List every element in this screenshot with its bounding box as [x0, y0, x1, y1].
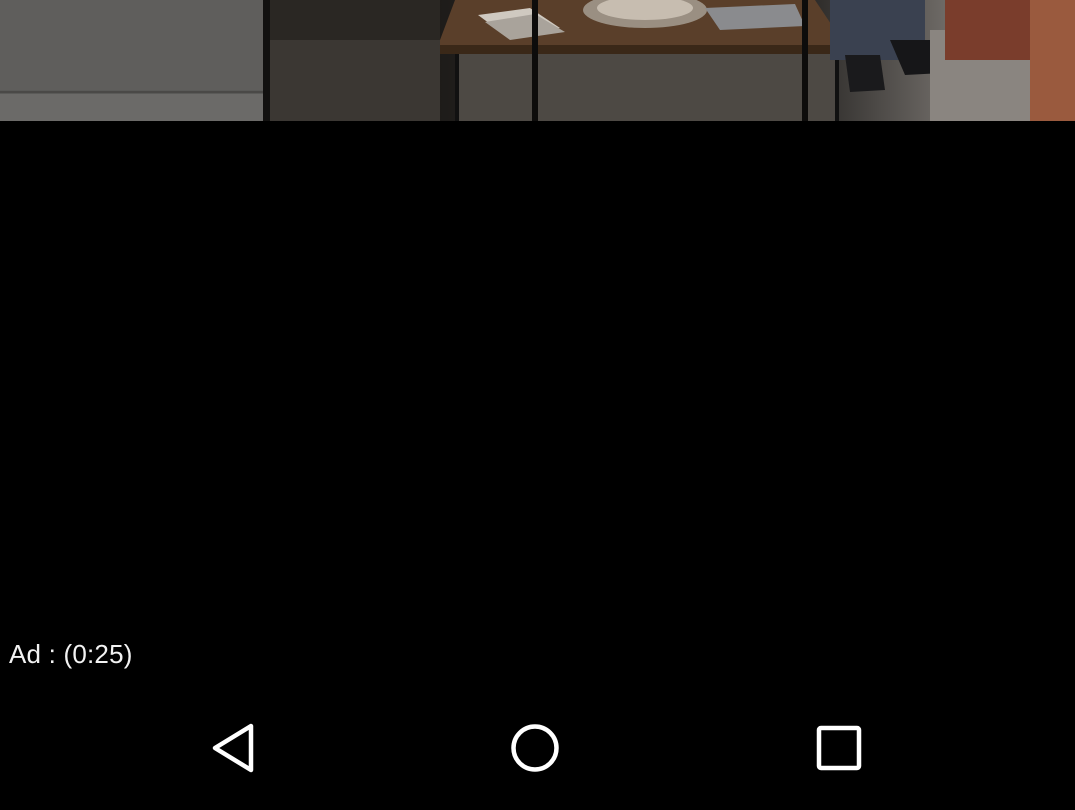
home-circle-icon — [511, 724, 559, 772]
recents-square-icon — [816, 725, 862, 771]
system-navigation-bar — [0, 690, 1075, 810]
video-player-screen: Ad : (0:25) — [0, 0, 1075, 810]
ad-timer-label: Ad : (0:25) — [9, 639, 133, 669]
video-frame[interactable] — [0, 0, 1075, 121]
back-button[interactable] — [188, 708, 278, 788]
living-room-scene-image — [0, 0, 1075, 121]
recents-button[interactable] — [794, 708, 884, 788]
home-button[interactable] — [490, 708, 580, 788]
back-triangle-icon — [212, 723, 254, 773]
